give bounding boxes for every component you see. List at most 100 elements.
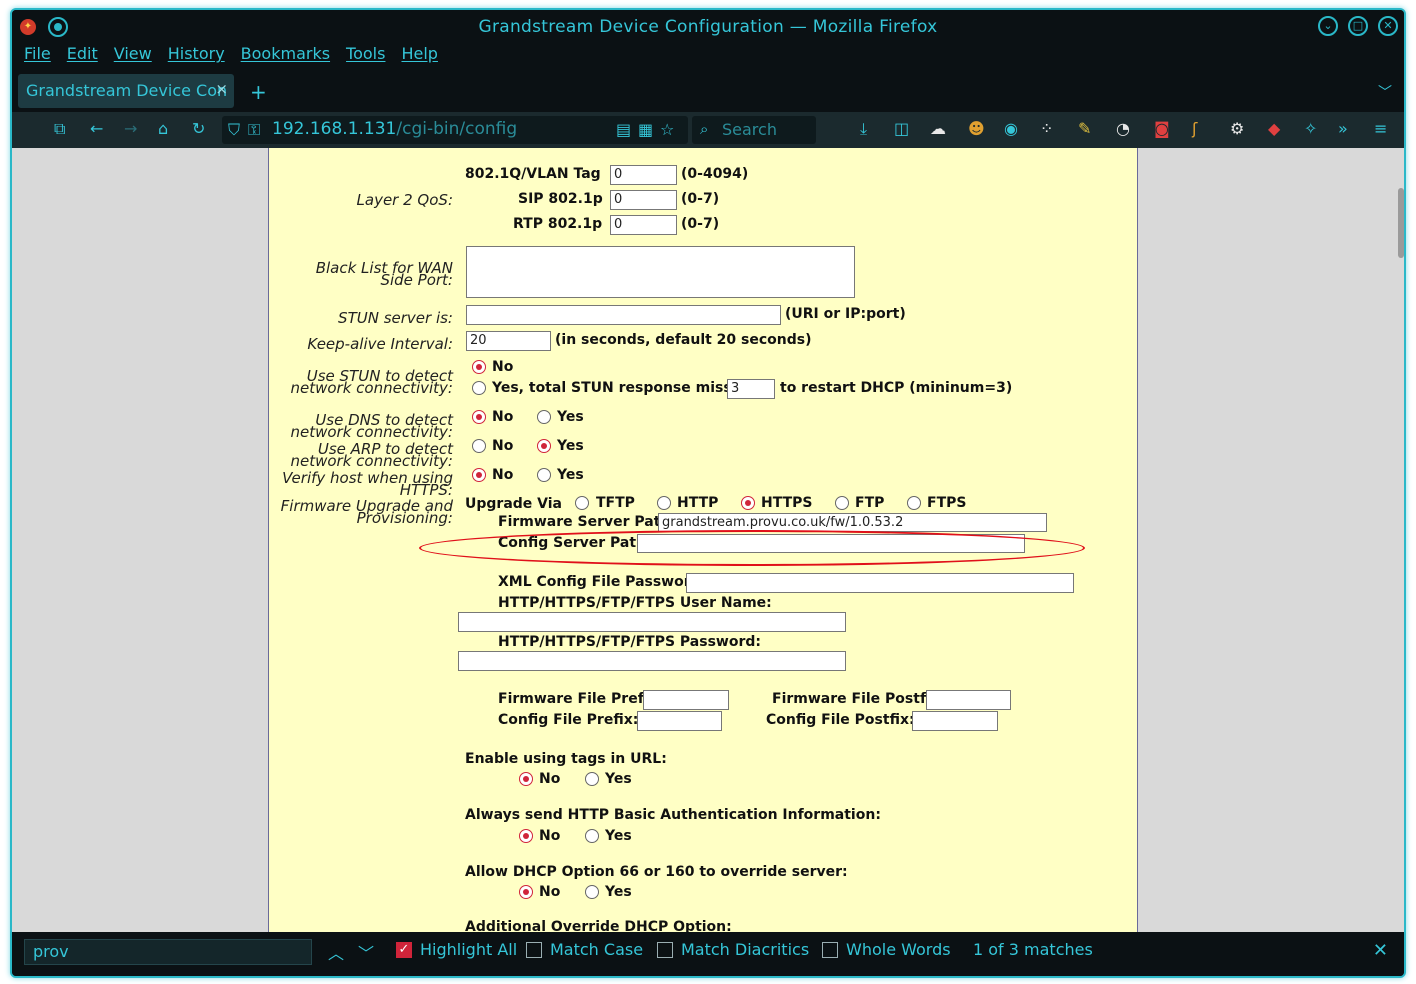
reader-icon[interactable]: ▤ <box>616 121 631 139</box>
use-arp-no-radio[interactable] <box>472 439 486 453</box>
rtp-range-hint: (0-7) <box>681 216 720 232</box>
upgrade-via-tftp-radio[interactable] <box>575 496 589 510</box>
user-name-input[interactable] <box>458 612 846 632</box>
extension-red-icon[interactable]: ◆ <box>1268 120 1280 138</box>
menu-view[interactable]: View <box>114 44 152 70</box>
menu-edit[interactable]: Edit <box>67 44 98 70</box>
account-icon[interactable]: ◉ <box>1004 120 1018 138</box>
use-dns-no-radio[interactable] <box>472 410 486 424</box>
lock-icon[interactable]: ⚿ <box>248 121 260 139</box>
search-icon: ⌕ <box>700 120 709 138</box>
match-case-checkbox[interactable] <box>526 942 542 958</box>
find-next-icon[interactable]: ﹀ <box>358 940 374 964</box>
firmware-prefix-input[interactable] <box>643 690 729 710</box>
find-input[interactable]: prov <box>24 939 312 965</box>
sidebar-icon[interactable]: ◫ <box>894 120 909 138</box>
tab-grandstream[interactable]: Grandstream Device Con × <box>18 74 234 108</box>
forward-arrow-icon[interactable]: → <box>124 120 137 138</box>
upgrade-via-https-radio[interactable] <box>741 496 755 510</box>
blacklist-label: Black List for WAN Side Port: <box>315 259 453 289</box>
menu-tools[interactable]: Tools <box>346 44 385 70</box>
basic-auth-no-radio[interactable] <box>519 829 533 843</box>
close-icon[interactable]: ✕ <box>1378 16 1398 36</box>
firmware-postfix-input[interactable] <box>926 690 1011 710</box>
overflow-icon[interactable]: » <box>1338 120 1348 138</box>
tags-url-no-radio[interactable] <box>519 772 533 786</box>
extension-glasses-icon[interactable]: ◔ <box>1116 120 1130 138</box>
verify-host-label: Verify host when using HTTPS: <box>282 469 453 499</box>
highlight-all-label[interactable]: Highlight All <box>420 940 517 959</box>
keepalive-hint: (in seconds, default 20 seconds) <box>555 332 812 348</box>
hamburger-menu-icon[interactable]: ≡ <box>1374 120 1387 138</box>
sip-8021p-input[interactable]: 0 <box>610 190 677 210</box>
extension-pencil-icon[interactable]: ✎ <box>1078 120 1091 138</box>
shield-icon[interactable]: ⛉ <box>228 121 240 139</box>
use-stun-yes-radio[interactable] <box>472 381 486 395</box>
config-prefix-input[interactable] <box>637 711 722 731</box>
use-arp-yes-label: Yes <box>557 438 584 454</box>
tags-url-yes-radio[interactable] <box>585 772 599 786</box>
menu-history[interactable]: History <box>168 44 225 70</box>
upgrade-via-ftp-radio[interactable] <box>835 496 849 510</box>
extension-hook-icon[interactable]: ʃ <box>1192 120 1197 138</box>
reload-icon[interactable]: ↻ <box>192 120 205 138</box>
verify-host-yes-radio[interactable] <box>537 468 551 482</box>
keepalive-input[interactable]: 20 <box>466 331 551 351</box>
find-previous-icon[interactable]: ︿ <box>328 940 344 964</box>
use-arp-no-label: No <box>492 438 514 454</box>
maximize-icon[interactable]: □ <box>1348 16 1368 36</box>
whole-words-label[interactable]: Whole Words <box>846 940 951 959</box>
extensions-icon[interactable]: ✧ <box>1304 120 1317 138</box>
match-case-label[interactable]: Match Case <box>550 940 643 959</box>
download-icon[interactable]: ⤓ <box>860 120 867 138</box>
rtp-8021p-input[interactable]: 0 <box>610 215 677 235</box>
additional-dhcp-label: Additional Override DHCP Option: <box>465 919 732 932</box>
blacklist-textarea[interactable] <box>466 246 855 298</box>
vlan-tag-input[interactable]: 0 <box>610 165 677 185</box>
dhcp66-no-radio[interactable] <box>519 885 533 899</box>
basic-auth-yes-radio[interactable] <box>585 829 599 843</box>
verify-host-no-label: No <box>492 467 514 483</box>
verify-host-no-radio[interactable] <box>472 468 486 482</box>
use-stun-no-radio[interactable] <box>472 360 486 374</box>
home-icon[interactable]: ⌂ <box>158 120 168 138</box>
menu-help[interactable]: Help <box>401 44 437 70</box>
extension-cloud-icon[interactable]: ☁ <box>930 120 946 138</box>
extension-dots-icon[interactable]: ⁘ <box>1040 120 1053 138</box>
sidebar-folder-icon[interactable]: ⧉ <box>54 120 65 138</box>
stun-misses-input[interactable]: 3 <box>727 379 775 399</box>
new-tab-button[interactable]: + <box>250 80 267 104</box>
back-arrow-icon[interactable]: ← <box>90 120 103 138</box>
password-input[interactable] <box>458 651 846 671</box>
match-diacritics-checkbox[interactable] <box>657 942 673 958</box>
whole-words-checkbox[interactable] <box>822 942 838 958</box>
highlight-all-checkbox[interactable]: ✓ <box>396 942 412 958</box>
url-bar[interactable]: ⛉ ⚿ 192.168.1.131/cgi-bin/config ▤ ▦ ☆ <box>222 116 688 144</box>
dhcp66-yes-radio[interactable] <box>585 885 599 899</box>
search-box[interactable]: ⌕ Search <box>692 116 816 144</box>
url-text[interactable]: 192.168.1.131/cgi-bin/config <box>272 119 517 139</box>
use-arp-yes-radio[interactable] <box>537 439 551 453</box>
use-dns-yes-radio[interactable] <box>537 410 551 424</box>
config-postfix-label: Config File Postfix: <box>766 712 915 728</box>
extension-monkey-icon[interactable]: ☻ <box>968 120 985 138</box>
screenshot-icon[interactable]: ◙ <box>1154 120 1170 138</box>
dhcp66-yes-label: Yes <box>605 884 632 900</box>
xml-password-input[interactable] <box>686 573 1074 593</box>
tab-close-icon[interactable]: × <box>215 80 228 98</box>
menu-file[interactable]: File <box>24 44 51 70</box>
config-postfix-input[interactable] <box>912 711 998 731</box>
find-close-icon[interactable]: ✕ <box>1373 940 1388 961</box>
upgrade-via-ftps-label: FTPS <box>927 495 967 511</box>
star-icon[interactable]: ☆ <box>660 121 674 139</box>
tab-list-chevron-icon[interactable]: ﹀ <box>1378 82 1392 102</box>
qr-code-icon[interactable]: ▦ <box>638 121 653 139</box>
vertical-scrollbar[interactable] <box>1398 188 1404 258</box>
minimize-icon[interactable]: ⌄ <box>1318 16 1338 36</box>
upgrade-via-http-radio[interactable] <box>657 496 671 510</box>
extension-gear-icon[interactable]: ⚙ <box>1230 120 1244 138</box>
menu-bookmarks[interactable]: Bookmarks <box>241 44 330 70</box>
stun-server-input[interactable] <box>466 305 781 325</box>
match-diacritics-label[interactable]: Match Diacritics <box>681 940 809 959</box>
upgrade-via-ftps-radio[interactable] <box>907 496 921 510</box>
